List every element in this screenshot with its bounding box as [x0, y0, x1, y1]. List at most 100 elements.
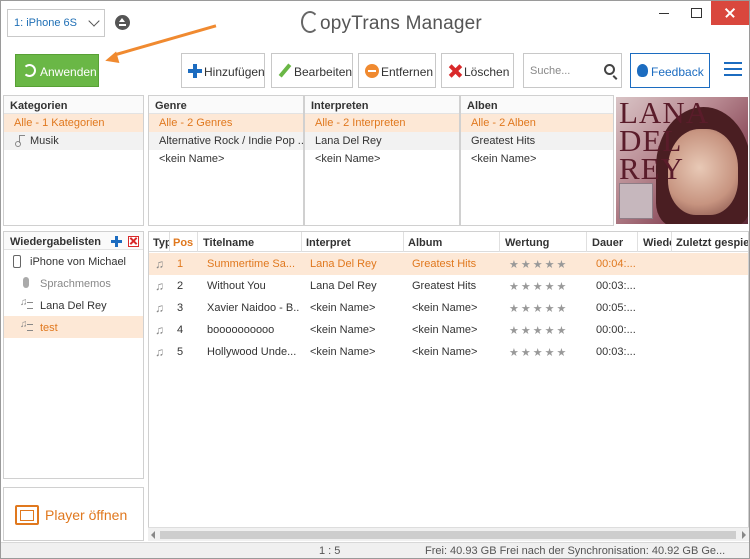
- list-item[interactable]: Musik: [4, 132, 143, 150]
- add-button-label: Hinzufügen: [204, 65, 265, 79]
- list-item[interactable]: Alternative Rock / Indie Pop ...: [149, 132, 303, 150]
- track-pos: 5: [177, 346, 184, 358]
- horizontal-scrollbar[interactable]: [148, 527, 749, 541]
- albums-panel: Alben Alle - 2 Alben Greatest Hits <kein…: [460, 95, 614, 226]
- track-album: Greatest Hits: [412, 280, 477, 292]
- search-input[interactable]: Suche...: [523, 53, 622, 88]
- track-title: Without You: [207, 280, 266, 292]
- open-player-button[interactable]: Player öffnen: [3, 487, 144, 541]
- playlist-device[interactable]: iPhone von Michael: [4, 250, 143, 272]
- track-pos: 4: [177, 324, 184, 336]
- music-note-icon: ♫: [155, 323, 164, 337]
- list-item-label: Musik: [30, 135, 59, 147]
- track-title: Xavier Naidoo - B...: [207, 302, 299, 314]
- track-rating[interactable]: ★★★★★: [509, 280, 568, 293]
- delete-button-label: Löschen: [464, 65, 510, 79]
- track-title: boooooooooo: [207, 324, 275, 336]
- edit-button-label: Bearbeiten: [294, 65, 353, 79]
- table-row[interactable]: ♫ 4 boooooooooo <kein Name> <kein Name> …: [149, 319, 748, 341]
- track-artist: Lana Del Rey: [310, 280, 377, 292]
- column-header-title[interactable]: Titelname: [203, 237, 254, 249]
- add-button[interactable]: Hinzufügen: [181, 53, 265, 88]
- tracks-table-header: Typ Pos Titelname Interpret Album Wertun…: [149, 232, 748, 252]
- list-item[interactable]: <kein Name>: [149, 150, 303, 168]
- search-placeholder: Suche...: [530, 65, 571, 77]
- track-album: <kein Name>: [412, 324, 478, 336]
- table-row[interactable]: ♫ 2 Without You Lana Del Rey Greatest Hi…: [149, 275, 748, 297]
- list-item[interactable]: Lana Del Rey: [305, 132, 459, 150]
- close-button[interactable]: [711, 1, 749, 25]
- device-select[interactable]: 1: iPhone 6S: [7, 9, 105, 37]
- scrollbar-thumb[interactable]: [160, 531, 736, 539]
- table-row[interactable]: ♫ 1 Summertime Sa... Lana Del Rey Greate…: [149, 253, 748, 275]
- player-window-icon: [15, 505, 39, 525]
- maximize-button[interactable]: [681, 1, 711, 25]
- column-header-artist[interactable]: Interpret: [306, 237, 351, 249]
- list-item[interactable]: Alle - 2 Alben: [461, 114, 613, 132]
- playlists-panel: Wiedergabelisten iPhone von Michael Spra…: [3, 231, 144, 479]
- track-pos: 1: [177, 258, 184, 270]
- track-album: Greatest Hits: [412, 258, 477, 270]
- apply-button-label: Anwenden: [40, 65, 97, 79]
- remove-button[interactable]: Entfernen: [358, 53, 436, 88]
- track-pos: 2: [177, 280, 184, 292]
- albums-header: Alben: [461, 96, 613, 114]
- apply-button[interactable]: Anwenden: [15, 54, 99, 87]
- playlist-item-label: test: [40, 322, 58, 334]
- delete-playlist-icon[interactable]: [128, 236, 139, 247]
- list-item[interactable]: Alle - 1 Kategorien: [4, 114, 143, 132]
- column-header-pos[interactable]: Pos: [173, 237, 193, 249]
- track-duration: 00:05:...: [596, 302, 636, 314]
- list-item[interactable]: Alle - 2 Genres: [149, 114, 303, 132]
- scroll-left-icon[interactable]: [151, 531, 155, 539]
- music-note-icon: ♫: [155, 279, 164, 293]
- plus-icon: [188, 64, 202, 78]
- cover-thumbnail: [619, 183, 653, 219]
- list-item[interactable]: Alle - 2 Interpreten: [305, 114, 459, 132]
- categories-panel: Kategorien Alle - 1 Kategorien Musik: [3, 95, 144, 226]
- feedback-button-label: Feedback: [651, 65, 704, 79]
- track-artist: <kein Name>: [310, 302, 376, 314]
- title-bar: 1: iPhone 6S opyTrans Manager: [1, 1, 749, 45]
- music-note-icon: [14, 135, 25, 147]
- feedback-button[interactable]: Feedback: [630, 53, 710, 88]
- playlist-icon: [20, 297, 33, 310]
- music-note-icon: ♫: [155, 257, 164, 271]
- edit-button[interactable]: Bearbeiten: [271, 53, 353, 88]
- tracks-table: Typ Pos Titelname Interpret Album Wertun…: [148, 231, 749, 541]
- track-artist: <kein Name>: [310, 346, 376, 358]
- list-item[interactable]: <kein Name>: [305, 150, 459, 168]
- status-free-space: Frei: 40.93 GB Frei nach der Synchronisa…: [425, 545, 726, 557]
- track-rating[interactable]: ★★★★★: [509, 258, 568, 271]
- track-rating[interactable]: ★★★★★: [509, 346, 568, 359]
- playlist-item-test[interactable]: test: [4, 316, 143, 338]
- playlist-item-voice-memos[interactable]: Sprachmemos: [4, 272, 143, 294]
- track-rating[interactable]: ★★★★★: [509, 302, 568, 315]
- device-select-label: 1: iPhone 6S: [14, 17, 77, 29]
- playlist-item-lana-del-rey[interactable]: Lana Del Rey: [4, 294, 143, 316]
- track-rating[interactable]: ★★★★★: [509, 324, 568, 337]
- column-header-last-played[interactable]: Zuletzt gespielt: [676, 237, 748, 249]
- list-item[interactable]: Greatest Hits: [461, 132, 613, 150]
- playlist-icon: [20, 319, 33, 332]
- add-playlist-icon[interactable]: [111, 236, 122, 247]
- delete-button[interactable]: Löschen: [441, 53, 514, 88]
- sync-icon: [23, 64, 36, 77]
- menu-icon[interactable]: [724, 62, 742, 76]
- column-header-type[interactable]: Typ: [153, 237, 169, 249]
- track-title: Hollywood Unde...: [207, 346, 297, 358]
- genre-header: Genre: [149, 96, 303, 114]
- scroll-right-icon[interactable]: [742, 531, 746, 539]
- column-header-plays[interactable]: Wiede: [643, 237, 671, 249]
- list-item[interactable]: <kein Name>: [461, 150, 613, 168]
- table-row[interactable]: ♫ 3 Xavier Naidoo - B... <kein Name> <ke…: [149, 297, 748, 319]
- track-pos: 3: [177, 302, 184, 314]
- eject-icon[interactable]: [115, 15, 130, 30]
- track-duration: 00:04:...: [596, 258, 636, 270]
- table-row[interactable]: ♫ 5 Hollywood Unde... <kein Name> <kein …: [149, 341, 748, 363]
- minimize-button[interactable]: [649, 1, 679, 25]
- column-header-rating[interactable]: Wertung: [505, 237, 549, 249]
- column-header-album[interactable]: Album: [408, 237, 442, 249]
- column-header-duration[interactable]: Dauer: [592, 237, 623, 249]
- search-icon[interactable]: [604, 64, 615, 75]
